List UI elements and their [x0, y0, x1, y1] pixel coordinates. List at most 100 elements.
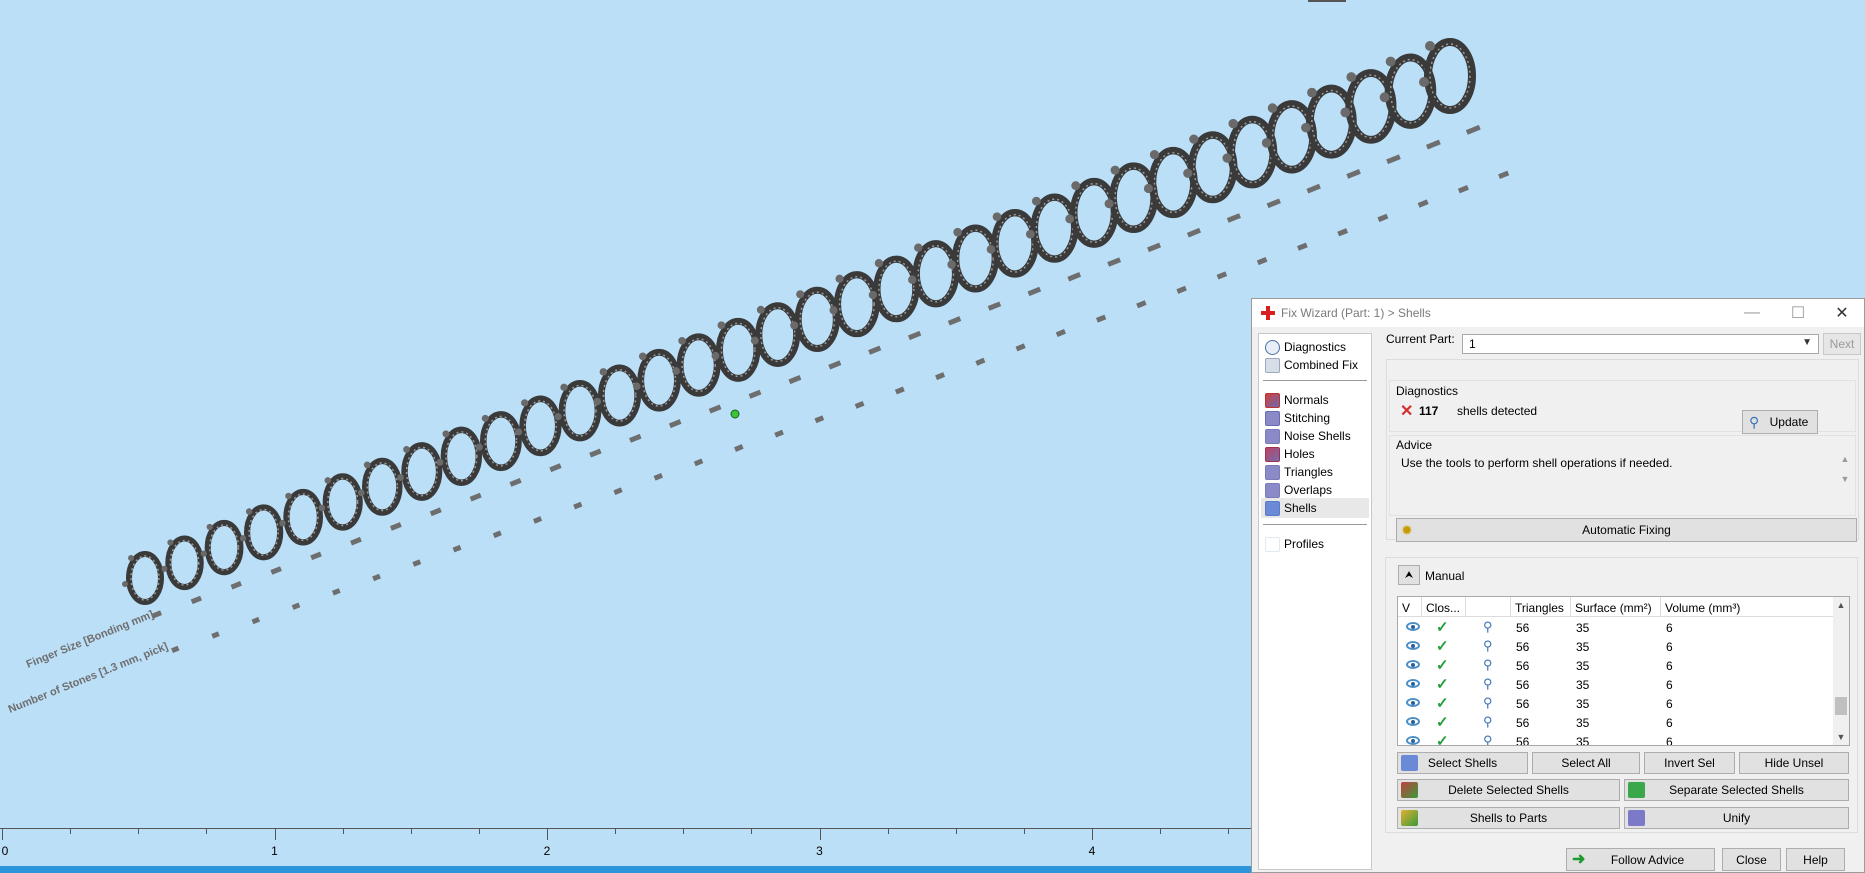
ring-stone-tag [492, 530, 502, 539]
zoom-icon[interactable]: ⚲ [1483, 619, 1493, 635]
follow-advice-button[interactable]: ➜ Follow Advice [1566, 848, 1715, 871]
help-button[interactable]: Help [1786, 848, 1845, 871]
shells-to-parts-button[interactable]: Shells to Parts [1397, 807, 1620, 829]
ring-prong [632, 382, 641, 391]
ring-prong [442, 430, 450, 438]
triangles-cell: 56 [1516, 621, 1530, 635]
zoom-icon[interactable]: ⚲ [1483, 676, 1493, 692]
scroll-thumb[interactable] [1835, 697, 1847, 715]
ruler-label: 2 [543, 844, 551, 858]
table-row[interactable]: ✓ ⚲ 56 35 6 [1398, 656, 1834, 675]
nav-item-holes[interactable]: Holes [1261, 444, 1369, 464]
scroll-up-icon[interactable]: ▲ [1833, 597, 1849, 613]
zoom-icon[interactable]: ⚲ [1483, 733, 1493, 745]
invert-sel-button[interactable]: Invert Sel [1644, 752, 1735, 774]
nav-item-combined-fix[interactable]: Combined Fix [1261, 355, 1369, 375]
nav-item-triangles[interactable]: Triangles [1261, 462, 1369, 482]
ring-prong [1149, 150, 1160, 160]
ring-shape [951, 224, 999, 293]
column-header[interactable]: Clos... [1422, 597, 1466, 617]
ring-stone-tag [412, 559, 422, 567]
update-button[interactable]: ⚲ Update [1742, 410, 1818, 434]
ring-stone-tag [894, 386, 905, 395]
ring-size-tag [310, 551, 322, 561]
ring-shape [204, 519, 244, 576]
ring-size-tag [907, 330, 922, 341]
ring-prong [403, 445, 410, 453]
eye-icon[interactable] [1406, 679, 1420, 688]
collapse-button[interactable]: ⮝ [1398, 565, 1420, 585]
column-header[interactable]: Volume (mm³) [1661, 597, 1834, 617]
eye-icon[interactable] [1406, 660, 1420, 669]
ruler-tick [819, 828, 821, 840]
column-header[interactable] [1466, 597, 1511, 617]
ring-stone-tag [854, 400, 865, 409]
table-row[interactable]: ✓ ⚲ 56 35 6 [1398, 732, 1834, 745]
separate-selected-shells-button[interactable]: Separate Selected Shells [1624, 779, 1849, 801]
table-row[interactable]: ✓ ⚲ 56 35 6 [1398, 618, 1834, 637]
row-label-stone-count: Number of Stones [1.3 mm, pick] [7, 640, 170, 715]
ring-prong [914, 243, 923, 252]
close-window-button[interactable]: ✕ [1820, 299, 1864, 327]
unify-button[interactable]: Unify [1624, 807, 1849, 829]
ring-size-tag [429, 507, 442, 517]
magnifier-icon: ⚲ [1749, 414, 1760, 430]
nav-item-shells[interactable]: Shells [1261, 498, 1369, 518]
close-button[interactable]: Close [1722, 848, 1781, 871]
ring-size-tag [1027, 286, 1042, 297]
advice-text: Use the tools to perform shell operation… [1398, 454, 1780, 504]
ring-prong [835, 274, 844, 283]
table-row[interactable]: ✓ ⚲ 56 35 6 [1398, 637, 1834, 656]
dialog-titlebar[interactable]: Fix Wizard (Part: 1) > Shells — ☐ ✕ [1252, 299, 1864, 327]
chevron-up-icon: ⮝ [1404, 569, 1414, 581]
table-scrollbar[interactable]: ▲ ▼ [1833, 597, 1849, 745]
select-shells-button[interactable]: Select Shells [1397, 752, 1528, 774]
ring-size-tag [469, 492, 482, 502]
eye-icon[interactable] [1406, 641, 1420, 650]
ruler-label: 3 [816, 844, 823, 858]
shells-table[interactable]: V Clos... Triangles Surface (mm²) Volume… [1397, 596, 1850, 746]
table-row[interactable]: ✓ ⚲ 56 35 6 [1398, 675, 1834, 694]
current-part-select[interactable]: 1 ▼ [1462, 334, 1819, 354]
ring-prong [515, 428, 523, 436]
eye-icon[interactable] [1406, 717, 1420, 726]
zoom-icon[interactable]: ⚲ [1483, 714, 1493, 730]
nav-item-stitching[interactable]: Stitching [1261, 408, 1369, 428]
zoom-icon[interactable]: ⚲ [1483, 657, 1493, 673]
automatic-fixing-label: Automatic Fixing [1582, 523, 1671, 537]
minimize-button[interactable]: — [1730, 299, 1774, 327]
select-all-button[interactable]: Select All [1532, 752, 1640, 774]
volume-cell: 6 [1666, 621, 1673, 635]
eye-icon[interactable] [1406, 736, 1420, 745]
ring-size-tag [1147, 242, 1162, 253]
column-header[interactable]: V [1398, 597, 1422, 617]
zoom-icon[interactable]: ⚲ [1483, 695, 1493, 711]
nav-item-noise-shells[interactable]: Noise Shells [1261, 426, 1369, 446]
ring-prong [796, 290, 805, 299]
ruler-tick [274, 828, 276, 840]
nav-item-overlaps[interactable]: Overlaps [1261, 480, 1369, 500]
separate-selected-shells-label: Separate Selected Shells [1669, 783, 1804, 797]
table-row[interactable]: ✓ ⚲ 56 35 6 [1398, 713, 1834, 732]
ring-shape [834, 271, 880, 338]
eye-icon[interactable] [1406, 622, 1420, 631]
table-row[interactable]: ✓ ⚲ 56 35 6 [1398, 694, 1834, 713]
hide-unsel-button[interactable]: Hide Unsel [1739, 752, 1849, 774]
next-button[interactable]: Next [1823, 333, 1861, 355]
ring-prong [1071, 181, 1081, 191]
ring-size-tag [1346, 169, 1361, 179]
automatic-fixing-button[interactable]: ✹ Automatic Fixing [1396, 518, 1857, 542]
ring-prong [953, 227, 962, 237]
nav-item-diagnostics[interactable]: Diagnostics [1261, 337, 1369, 357]
column-header[interactable]: Triangles [1511, 597, 1571, 617]
nav-item-normals[interactable]: Normals [1261, 390, 1369, 410]
advice-scrollbar[interactable]: ▲ ▼ [1837, 454, 1853, 504]
zoom-icon[interactable]: ⚲ [1483, 638, 1493, 654]
eye-icon[interactable] [1406, 698, 1420, 707]
column-header[interactable]: Surface (mm²) [1571, 597, 1661, 617]
nav-item-profiles[interactable]: Profiles [1261, 534, 1369, 554]
delete-selected-shells-button[interactable]: Delete Selected Shells [1397, 779, 1620, 801]
scroll-down-icon[interactable]: ▼ [1833, 729, 1849, 745]
maximize-button[interactable]: ☐ [1776, 299, 1820, 327]
nav-item-label: Combined Fix [1284, 358, 1359, 372]
